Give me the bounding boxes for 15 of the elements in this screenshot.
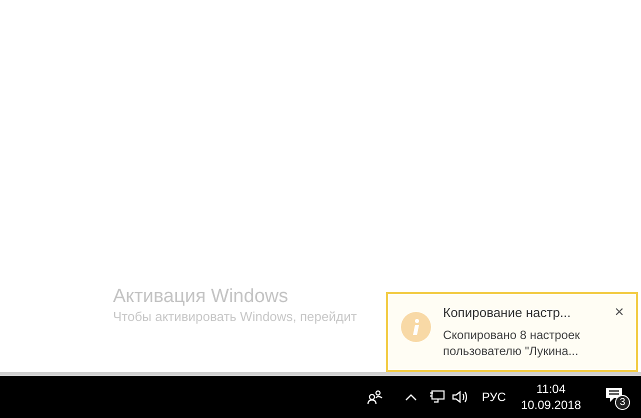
notification-toast[interactable]: Копирование настр... Скопировано 8 настроек пользователю "Лукина... × bbox=[386, 292, 638, 372]
close-button[interactable]: × bbox=[614, 306, 624, 320]
volume-icon[interactable] bbox=[452, 390, 470, 404]
clock[interactable]: 11:04 10.09.2018 bbox=[520, 381, 581, 413]
network-icon[interactable] bbox=[428, 390, 445, 404]
activation-title: Активация Windows bbox=[113, 285, 290, 309]
clock-date: 10.09.2018 bbox=[520, 397, 581, 413]
language-indicator[interactable]: РУС bbox=[482, 388, 506, 406]
toast-message: Скопировано 8 настроек пользователю "Лукина... bbox=[443, 327, 581, 359]
people-icon[interactable] bbox=[366, 389, 383, 405]
toast-title: Копирование настр... bbox=[443, 305, 572, 321]
clock-time: 11:04 bbox=[536, 381, 566, 397]
notification-count-badge: 3 bbox=[615, 395, 630, 410]
info-icon bbox=[400, 312, 430, 342]
chevron-up-icon[interactable] bbox=[404, 393, 417, 401]
